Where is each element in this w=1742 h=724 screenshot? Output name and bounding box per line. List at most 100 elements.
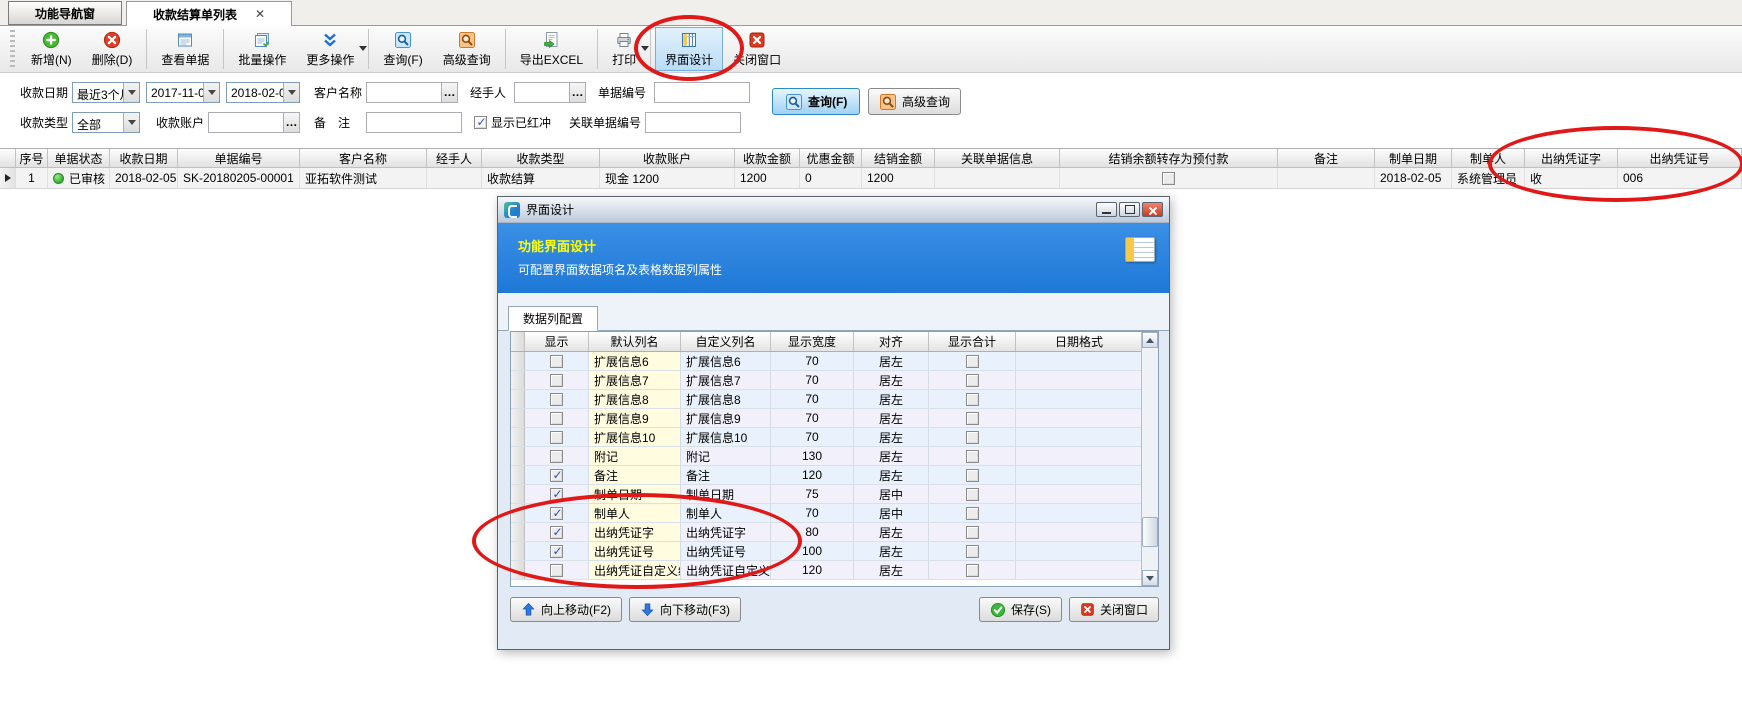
config-row-出纳凭证号[interactable]: 出纳凭证号出纳凭证号100居左 [511, 542, 1158, 561]
config-cell-default-col-name[interactable]: 制单日期 [589, 485, 681, 503]
scrollbar-thumb[interactable] [1142, 517, 1158, 547]
config-cell-custom-col-name[interactable]: 出纳凭证字 [681, 523, 771, 541]
show-checkbox[interactable] [550, 564, 563, 577]
maximize-button[interactable] [1119, 202, 1140, 217]
config-col-header-1[interactable]: 默认列名 [589, 332, 681, 351]
config-cell-col-width[interactable]: 70 [771, 409, 854, 427]
config-cell-total-checkbox[interactable] [929, 409, 1016, 427]
cell-remark[interactable] [1278, 168, 1375, 188]
config-cell-date-format[interactable] [1016, 504, 1143, 522]
tab-receipt-list[interactable]: 收款结算单列表 ✕ [126, 1, 292, 26]
total-checkbox[interactable] [966, 374, 979, 387]
config-cell-show-checkbox[interactable] [525, 485, 589, 503]
export-excel-button[interactable]: 导出EXCEL [510, 27, 593, 71]
remark-input[interactable] [367, 113, 461, 132]
config-cell-date-format[interactable] [1016, 390, 1143, 408]
total-checkbox[interactable] [966, 545, 979, 558]
col-header-type[interactable]: 收款类型 [482, 149, 600, 167]
config-row-扩展信息10[interactable]: 扩展信息10扩展信息1070居左 [511, 428, 1158, 447]
config-cell-show-checkbox[interactable] [525, 561, 589, 579]
config-row-扩展信息8[interactable]: 扩展信息8扩展信息870居左 [511, 390, 1158, 409]
account-input[interactable] [209, 113, 283, 132]
config-cell-col-width[interactable]: 120 [771, 561, 854, 579]
config-cell-date-format[interactable] [1016, 523, 1143, 541]
config-row-selector[interactable] [511, 466, 525, 484]
config-cell-col-align[interactable]: 居左 [854, 447, 929, 465]
show-checkbox[interactable] [550, 507, 563, 520]
scroll-down-icon[interactable] [1142, 570, 1158, 586]
date-from-select[interactable]: 2017-11-05 [146, 82, 220, 103]
config-col-header-6[interactable]: 日期格式 [1016, 332, 1143, 351]
account-browse-button[interactable]: … [283, 113, 299, 132]
col-header-account[interactable]: 收款账户 [600, 149, 735, 167]
config-cell-col-width[interactable]: 100 [771, 542, 854, 560]
config-cell-show-checkbox[interactable] [525, 523, 589, 541]
config-cell-col-width[interactable]: 70 [771, 352, 854, 370]
config-row-出纳凭证字[interactable]: 出纳凭证字出纳凭证字80居左 [511, 523, 1158, 542]
total-checkbox[interactable] [966, 412, 979, 425]
config-cell-custom-col-name[interactable]: 扩展信息7 [681, 371, 771, 389]
combo-arrow-icon[interactable] [203, 83, 219, 102]
config-cell-col-align[interactable]: 居中 [854, 485, 929, 503]
config-cell-total-checkbox[interactable] [929, 561, 1016, 579]
dropdown-arrow-icon[interactable] [641, 46, 649, 51]
config-cell-total-checkbox[interactable] [929, 447, 1016, 465]
customer-input[interactable] [367, 83, 441, 102]
config-cell-custom-col-name[interactable]: 制单人 [681, 504, 771, 522]
query-button[interactable]: 查询(F) [373, 27, 432, 71]
config-cell-show-checkbox[interactable] [525, 504, 589, 522]
config-row-扩展信息9[interactable]: 扩展信息9扩展信息970居左 [511, 409, 1158, 428]
col-header-date[interactable]: 收款日期 [110, 149, 178, 167]
total-checkbox[interactable] [966, 355, 979, 368]
config-row-selector[interactable] [511, 485, 525, 503]
config-cell-custom-col-name[interactable]: 出纳凭证自定义编 [681, 561, 771, 579]
config-col-header-3[interactable]: 显示宽度 [771, 332, 854, 351]
config-cell-custom-col-name[interactable]: 附记 [681, 447, 771, 465]
col-header-transfer[interactable]: 结销余额转存为预付款 [1060, 149, 1278, 167]
config-cell-total-checkbox[interactable] [929, 371, 1016, 389]
config-row-selector[interactable] [511, 504, 525, 522]
config-cell-show-checkbox[interactable] [525, 542, 589, 560]
config-cell-total-checkbox[interactable] [929, 428, 1016, 446]
config-cell-custom-col-name[interactable]: 扩展信息6 [681, 352, 771, 370]
config-cell-date-format[interactable] [1016, 447, 1143, 465]
minimize-button[interactable] [1096, 202, 1117, 217]
show-checkbox[interactable] [550, 469, 563, 482]
col-header-seq[interactable]: 序号 [16, 149, 48, 167]
col-header-status[interactable]: 单据状态 [48, 149, 110, 167]
cell-settled[interactable]: 1200 [862, 168, 935, 188]
config-cell-default-col-name[interactable]: 附记 [589, 447, 681, 465]
tab-column-config[interactable]: 数据列配置 [508, 306, 598, 331]
col-header-voucher_no[interactable]: 出纳凭证号 [1618, 149, 1742, 167]
date-preset-select[interactable]: 最近3个月 [72, 82, 140, 103]
print-button[interactable]: 打印 [602, 27, 646, 71]
dropdown-arrow-icon[interactable] [359, 46, 367, 51]
date-to-select[interactable]: 2018-02-05 [226, 82, 300, 103]
config-cell-custom-col-name[interactable]: 扩展信息8 [681, 390, 771, 408]
show-checkbox[interactable] [550, 526, 563, 539]
cell-amount[interactable]: 1200 [735, 168, 800, 188]
config-cell-total-checkbox[interactable] [929, 466, 1016, 484]
dialog-close-button[interactable] [1142, 202, 1163, 217]
config-row-selector[interactable] [511, 428, 525, 446]
config-row-selector[interactable] [511, 409, 525, 427]
show-checkbox[interactable] [550, 450, 563, 463]
show-checkbox[interactable] [550, 393, 563, 406]
col-header-related[interactable]: 关联单据信息 [935, 149, 1060, 167]
total-checkbox[interactable] [966, 488, 979, 501]
config-cell-default-col-name[interactable]: 扩展信息8 [589, 390, 681, 408]
total-checkbox[interactable] [966, 431, 979, 444]
show-checkbox[interactable] [550, 412, 563, 425]
move-up-button[interactable]: 向上移动(F2) [510, 597, 622, 622]
col-header-amount[interactable]: 收款金额 [735, 149, 800, 167]
cell-customer[interactable]: 亚拓软件测试 [300, 168, 427, 188]
config-cell-date-format[interactable] [1016, 561, 1143, 579]
config-col-header-5[interactable]: 显示合计 [929, 332, 1016, 351]
config-row-备注[interactable]: 备注备注120居左 [511, 466, 1158, 485]
config-cell-col-align[interactable]: 居左 [854, 352, 929, 370]
config-cell-total-checkbox[interactable] [929, 352, 1016, 370]
col-header-discount[interactable]: 优惠金额 [800, 149, 862, 167]
show-checkbox[interactable] [550, 374, 563, 387]
config-cell-col-width[interactable]: 120 [771, 466, 854, 484]
total-checkbox[interactable] [966, 507, 979, 520]
